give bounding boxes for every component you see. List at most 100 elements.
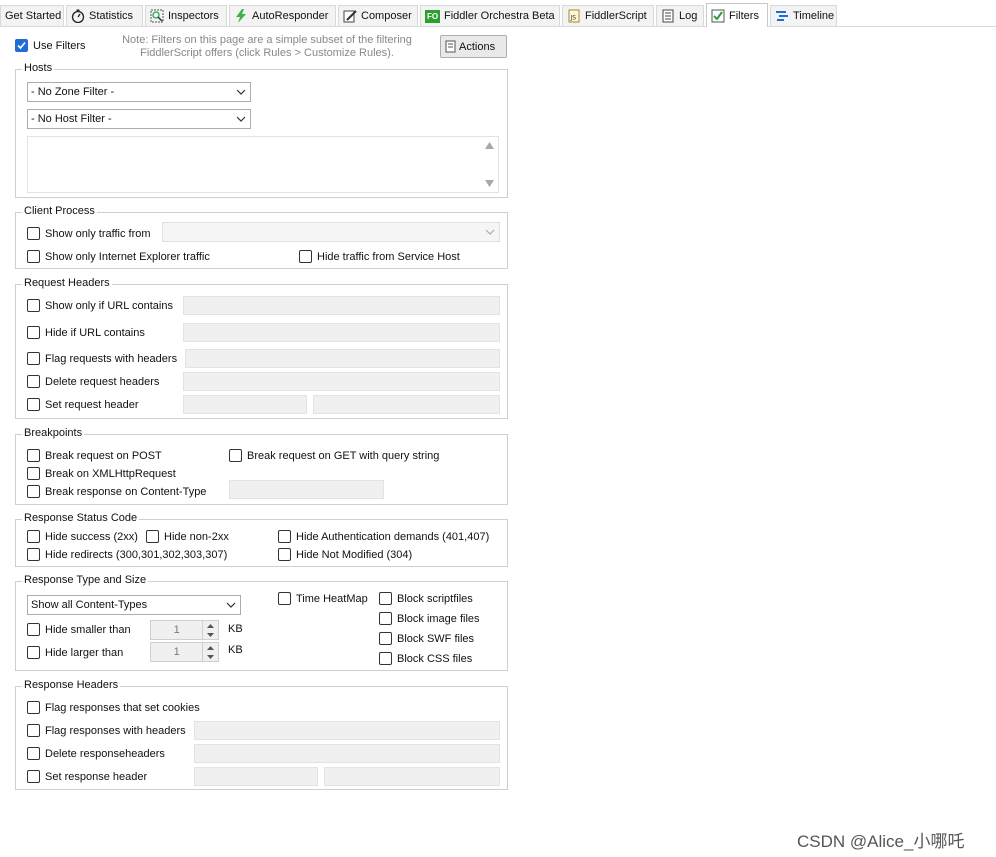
- time-heatmap-checkbox[interactable]: Time HeatMap: [278, 592, 368, 605]
- show-only-ie-checkbox[interactable]: Show only Internet Explorer traffic: [27, 250, 210, 263]
- flag-responses-headers-input[interactable]: [194, 721, 500, 740]
- host-filter-dropdown[interactable]: - No Host Filter -: [27, 109, 251, 129]
- delete-request-headers-input[interactable]: [183, 372, 500, 391]
- show-only-traffic-from-label: Show only traffic from: [45, 227, 151, 240]
- break-content-type-input[interactable]: [229, 480, 384, 499]
- delete-request-headers-label: Delete request headers: [45, 375, 160, 388]
- block-swf-checkbox[interactable]: Block SWF files: [379, 632, 474, 645]
- hide-smaller-checkbox[interactable]: Hide smaller than: [27, 623, 131, 636]
- show-if-url-contains-checkbox[interactable]: Show only if URL contains: [27, 299, 173, 312]
- flag-responses-headers-checkbox[interactable]: Flag responses with headers: [27, 724, 186, 737]
- delete-request-headers-checkbox[interactable]: Delete request headers: [27, 375, 159, 388]
- show-only-traffic-from-checkbox[interactable]: Show only traffic from: [27, 227, 151, 240]
- hide-larger-checkbox[interactable]: Hide larger than: [27, 646, 123, 659]
- break-post-checkbox[interactable]: Break request on POST: [27, 449, 162, 462]
- checkbox-box: [27, 250, 40, 263]
- set-response-header-name-input[interactable]: [194, 767, 318, 786]
- tab-get-started[interactable]: Get Started: [0, 5, 64, 26]
- checkbox-box: [27, 485, 40, 498]
- hide-auth-checkbox[interactable]: Hide Authentication demands (401,407): [278, 530, 489, 543]
- delete-response-headers-label: Delete responseheaders: [45, 747, 165, 760]
- set-request-header-name-input[interactable]: [183, 395, 307, 414]
- stepper-arrows-icon[interactable]: [202, 621, 218, 639]
- checkbox-box: [27, 467, 40, 480]
- tab-label: Timeline: [793, 10, 835, 22]
- hosts-list-textarea[interactable]: [27, 136, 499, 193]
- hide-if-url-label: Hide if URL contains: [45, 326, 145, 339]
- use-filters-checkbox[interactable]: Use Filters: [15, 39, 86, 52]
- flag-requests-headers-label: Flag requests with headers: [45, 352, 178, 365]
- tab-inspectors[interactable]: Inspectors: [145, 5, 227, 26]
- tab-statistics[interactable]: Statistics: [66, 5, 143, 26]
- time-heatmap-label: Time HeatMap: [296, 592, 368, 605]
- break-content-type-checkbox[interactable]: Break response on Content-Type: [27, 485, 206, 498]
- response-type-size-title: Response Type and Size: [22, 574, 149, 586]
- set-request-header-value-input[interactable]: [313, 395, 500, 414]
- break-content-type-label: Break response on Content-Type: [45, 485, 207, 498]
- hide-service-host-checkbox[interactable]: Hide traffic from Service Host: [299, 250, 460, 263]
- checkbox-box: [278, 592, 291, 605]
- process-dropdown[interactable]: [162, 222, 500, 242]
- larger-than-value: 1: [173, 646, 180, 658]
- break-get-query-checkbox[interactable]: Break request on GET with query string: [229, 449, 439, 462]
- hide-non2xx-checkbox[interactable]: Hide non-2xx: [146, 530, 229, 543]
- hide-success-checkbox[interactable]: Hide success (2xx): [27, 530, 138, 543]
- checkbox-box: [27, 548, 40, 561]
- tab-timeline[interactable]: Timeline: [770, 5, 837, 26]
- checkbox-box: [278, 548, 291, 561]
- actions-button[interactable]: Actions: [440, 35, 507, 58]
- checkbox-box: [278, 530, 291, 543]
- tab-autoresponder[interactable]: AutoResponder: [229, 5, 336, 26]
- fo-icon: FO: [425, 9, 440, 23]
- flag-requests-headers-input[interactable]: [185, 349, 500, 368]
- lightning-icon: [234, 9, 248, 23]
- zone-filter-dropdown[interactable]: - No Zone Filter -: [27, 82, 251, 102]
- tab-fiddlerscript[interactable]: JS FiddlerScript: [562, 5, 654, 26]
- hosts-title: Hosts: [22, 62, 55, 74]
- set-response-header-checkbox[interactable]: Set response header: [27, 770, 147, 783]
- stopwatch-icon: [71, 9, 85, 23]
- chevron-down-icon: [485, 227, 495, 240]
- hide-if-url-input[interactable]: [183, 323, 500, 342]
- checkbox-box: [27, 646, 40, 659]
- hide-not-modified-checkbox[interactable]: Hide Not Modified (304): [278, 548, 412, 561]
- hide-redirects-checkbox[interactable]: Hide redirects (300,301,302,303,307): [27, 548, 227, 561]
- tab-log[interactable]: Log: [656, 5, 704, 26]
- tab-label: Inspectors: [168, 10, 219, 22]
- tab-filters[interactable]: Filters: [706, 3, 768, 27]
- chevron-down-icon: [236, 114, 246, 127]
- block-css-label: Block CSS files: [397, 652, 473, 665]
- response-type-size-group: Response Type and Size Show all Content-…: [15, 574, 508, 671]
- chevron-down-icon: [226, 600, 236, 613]
- block-image-label: Block image files: [397, 612, 480, 625]
- break-xhr-label: Break on XMLHttpRequest: [45, 467, 176, 480]
- stepper-arrows-icon[interactable]: [202, 643, 218, 661]
- larger-than-stepper[interactable]: 1: [150, 642, 219, 662]
- block-script-checkbox[interactable]: Block scriptfiles: [379, 592, 473, 605]
- flag-set-cookies-checkbox[interactable]: Flag responses that set cookies: [27, 701, 200, 714]
- actions-icon: [445, 40, 457, 53]
- break-xhr-checkbox[interactable]: Break on XMLHttpRequest: [27, 467, 176, 480]
- tab-composer[interactable]: Composer: [338, 5, 418, 26]
- chevron-down-icon: [236, 87, 246, 100]
- hide-if-url-contains-checkbox[interactable]: Hide if URL contains: [27, 326, 145, 339]
- checkbox-box: [27, 398, 40, 411]
- smaller-than-stepper[interactable]: 1: [150, 620, 219, 640]
- set-response-header-value-input[interactable]: [324, 767, 500, 786]
- checkbox-box: [299, 250, 312, 263]
- delete-response-headers-checkbox[interactable]: Delete responseheaders: [27, 747, 165, 760]
- block-image-checkbox[interactable]: Block image files: [379, 612, 480, 625]
- scrollbar[interactable]: [481, 137, 498, 192]
- watermark: CSDN @Alice_小哪吒: [797, 832, 965, 851]
- set-request-header-checkbox[interactable]: Set request header: [27, 398, 139, 411]
- show-if-url-input[interactable]: [183, 296, 500, 315]
- flag-requests-headers-checkbox[interactable]: Flag requests with headers: [27, 352, 177, 365]
- tab-fiddler-orchestra[interactable]: FO Fiddler Orchestra Beta: [420, 5, 560, 26]
- break-post-label: Break request on POST: [45, 449, 162, 462]
- block-css-checkbox[interactable]: Block CSS files: [379, 652, 472, 665]
- content-types-dropdown[interactable]: Show all Content-Types: [27, 595, 241, 615]
- delete-response-headers-input[interactable]: [194, 744, 500, 763]
- script-icon: JS: [567, 9, 581, 23]
- checkbox-box: [27, 530, 40, 543]
- compose-icon: [343, 9, 357, 23]
